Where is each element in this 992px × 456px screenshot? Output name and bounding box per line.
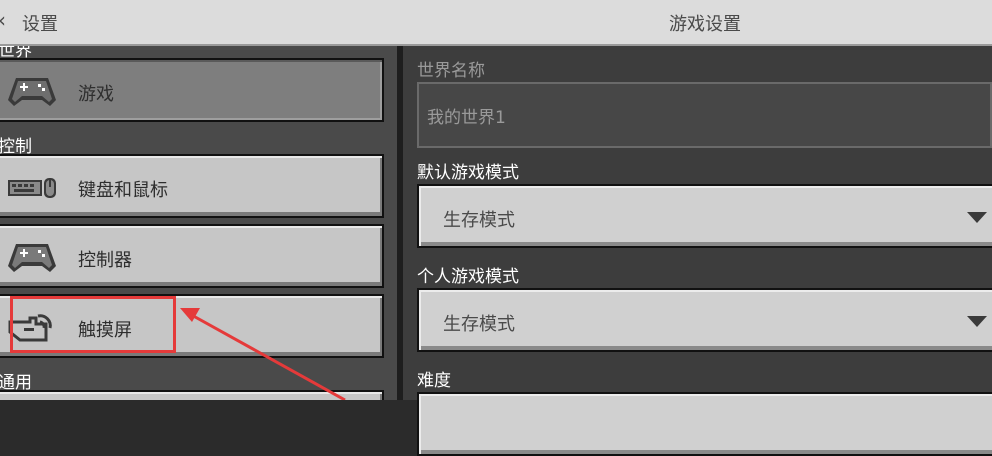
world-name-input[interactable] xyxy=(419,84,990,146)
sidebar-item-touchscreen[interactable]: 触摸屏 xyxy=(0,294,384,358)
default-game-mode-value: 生存模式 xyxy=(443,210,515,231)
sidebar-item-label: 游戏 xyxy=(78,84,114,105)
back-chevron-icon[interactable]: ‹ xyxy=(0,8,6,32)
personal-game-mode-value: 生存模式 xyxy=(443,314,515,335)
keyboard-mouse-icon xyxy=(8,178,56,198)
sidebar-item-game[interactable]: 游戏 xyxy=(0,58,384,122)
sidebar-item-next[interactable] xyxy=(0,390,384,400)
default-game-mode-dropdown[interactable]: 生存模式 xyxy=(417,184,992,248)
sidebar-item-keyboard-mouse[interactable]: 键盘和鼠标 xyxy=(0,154,384,218)
world-name-field[interactable] xyxy=(417,82,992,148)
sidebar-item-controller[interactable]: 控制器 xyxy=(0,224,384,288)
sidebar-item-label: 键盘和鼠标 xyxy=(78,180,168,201)
personal-game-mode-label: 个人游戏模式 xyxy=(417,267,519,287)
sidebar-item-label: 触摸屏 xyxy=(78,320,132,341)
gamepad-icon xyxy=(8,244,56,272)
chevron-down-icon xyxy=(967,316,987,327)
back-button[interactable]: 设置 xyxy=(22,10,58,36)
settings-sidebar: 世界 游戏 控制 键盘和鼠标 控制器 触摸屏 通用 xyxy=(0,46,397,400)
page-title: 游戏设置 xyxy=(669,14,741,35)
personal-game-mode-dropdown[interactable]: 生存模式 xyxy=(417,288,992,352)
sidebar-item-label: 控制器 xyxy=(78,250,132,271)
top-bar: ‹ 设置 游戏设置 xyxy=(0,0,992,46)
game-settings-panel: 世界名称 默认游戏模式 生存模式 个人游戏模式 生存模式 难度 xyxy=(403,46,992,456)
difficulty-label: 难度 xyxy=(417,371,451,391)
touch-hand-icon xyxy=(8,314,52,342)
chevron-down-icon xyxy=(967,212,987,223)
difficulty-dropdown[interactable] xyxy=(417,392,992,456)
gamepad-icon xyxy=(8,78,56,106)
world-name-label: 世界名称 xyxy=(417,61,485,81)
default-game-mode-label: 默认游戏模式 xyxy=(417,163,519,183)
